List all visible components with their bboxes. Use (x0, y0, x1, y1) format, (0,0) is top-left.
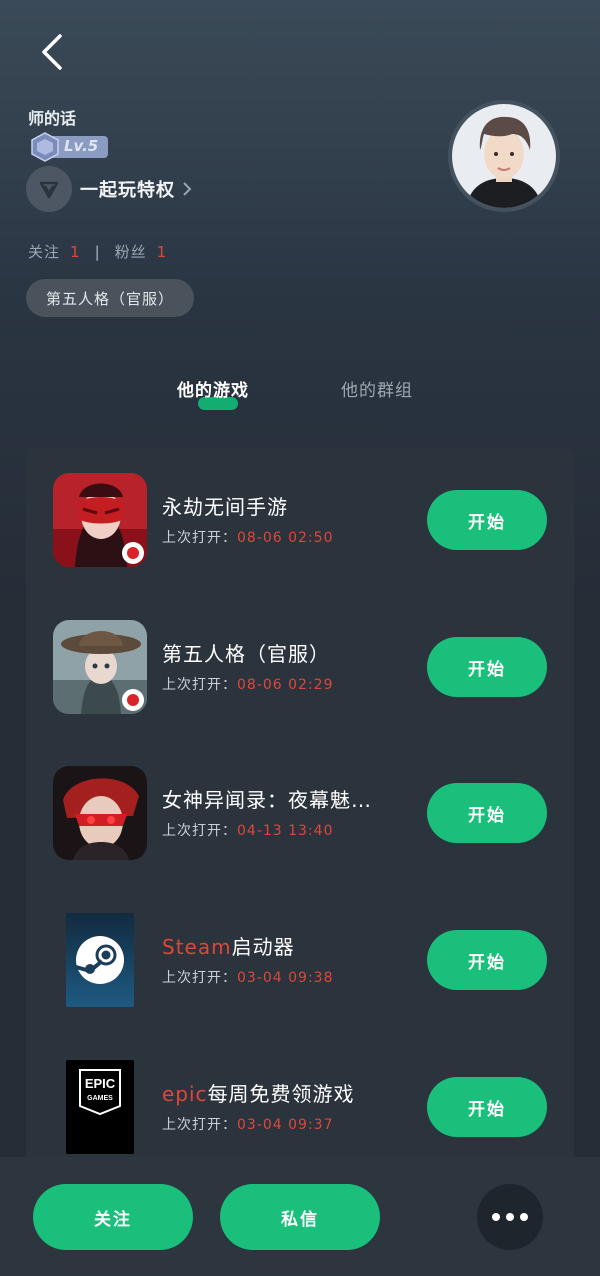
epic-games-icon: EPIC GAMES (66, 1060, 134, 1154)
game-name: 永劫无间手游 (162, 495, 288, 519)
more-button[interactable] (477, 1184, 543, 1250)
chevron-right-icon (183, 182, 192, 196)
steam-icon (66, 913, 134, 1007)
list-item[interactable]: 第五人格（官服） 上次打开：08-06 02:29 开始 (26, 594, 574, 740)
privilege-icon (26, 166, 72, 212)
start-button[interactable]: 开始 (427, 490, 547, 550)
start-button[interactable]: 开始 (427, 637, 547, 697)
tab-his-groups[interactable]: 他的群组 (341, 376, 413, 401)
back-button[interactable] (36, 30, 76, 74)
game-tag[interactable]: 第五人格（官服） (26, 279, 195, 317)
following-count[interactable]: 1 (70, 243, 81, 261)
game-name: 第五人格（官服） (162, 642, 330, 666)
back-icon (42, 34, 62, 70)
privilege-link[interactable]: 一起玩特权 (26, 166, 193, 212)
game-name: epic每周免费领游戏 (162, 1082, 355, 1106)
stats-separator: | (94, 242, 101, 261)
start-button[interactable]: 开始 (427, 1077, 547, 1137)
more-icon (492, 1213, 528, 1221)
last-open: 上次打开：08-06 02:50 (162, 530, 334, 546)
avatar[interactable] (452, 104, 556, 208)
privilege-label: 一起玩特权 (80, 180, 175, 201)
games-list: 永劫无间手游 上次打开：08-06 02:50 开始 第五人格（官服） 上次打开… (26, 447, 574, 1207)
fans-count[interactable]: 1 (157, 243, 168, 261)
svg-text:GAMES: GAMES (87, 1095, 113, 1102)
avatar-image (452, 104, 556, 208)
level-badge: Lv.5 (30, 132, 110, 162)
follow-button[interactable]: 关注 (33, 1184, 193, 1250)
tab-his-games[interactable]: 他的游戏 (177, 376, 249, 401)
following-label[interactable]: 关注 (28, 241, 60, 262)
start-button[interactable]: 开始 (427, 783, 547, 843)
last-open: 上次打开：03-04 09:37 (162, 1117, 334, 1133)
follow-stats: 关注 1 | 粉丝 1 (28, 241, 167, 262)
naraka-game-icon (53, 473, 147, 567)
list-item[interactable]: Steam启动器 上次打开：03-04 09:38 开始 (26, 887, 574, 1033)
last-open: 上次打开：04-13 13:40 (162, 823, 334, 839)
last-open: 上次打开：08-06 02:29 (162, 677, 334, 693)
start-button[interactable]: 开始 (427, 930, 547, 990)
message-button[interactable]: 私信 (220, 1184, 380, 1250)
level-label: Lv.5 (64, 137, 99, 155)
list-item[interactable]: 永劫无间手游 上次打开：08-06 02:50 开始 (26, 447, 574, 593)
identity-v-game-icon (53, 620, 147, 714)
last-open: 上次打开：03-04 09:38 (162, 970, 334, 986)
persona-game-icon (53, 766, 147, 860)
game-name: 女神异闻录：夜幕魅… (162, 788, 372, 812)
fans-label[interactable]: 粉丝 (115, 241, 147, 262)
svg-text:EPIC: EPIC (85, 1076, 116, 1091)
username: 师的话 (28, 109, 77, 128)
list-item[interactable]: 女神异闻录：夜幕魅… 上次打开：04-13 13:40 开始 (26, 740, 574, 886)
game-name: Steam启动器 (162, 935, 295, 959)
